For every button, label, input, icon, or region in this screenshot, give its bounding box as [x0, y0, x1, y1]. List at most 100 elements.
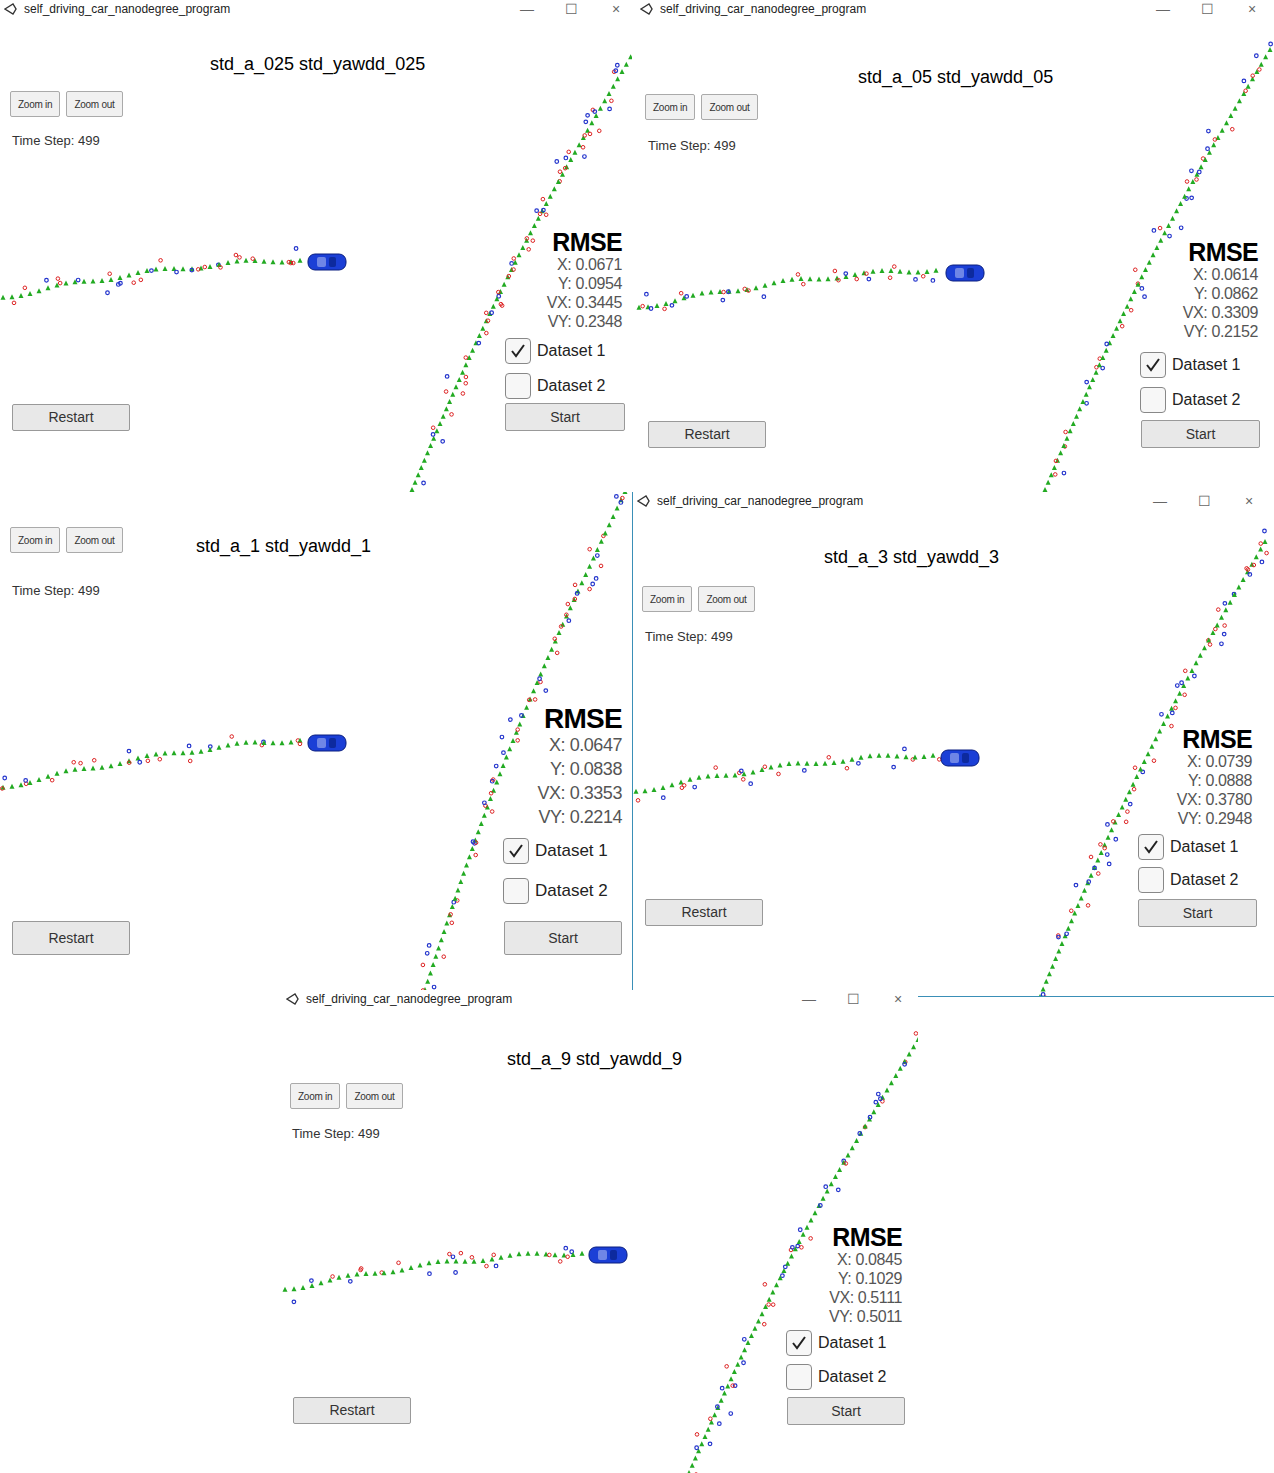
check-icon [790, 1334, 808, 1352]
zoom-out-button[interactable]: Zoom out [346, 1083, 402, 1109]
minimize-button[interactable]: — [1156, 0, 1168, 18]
minimize-button[interactable]: — [802, 990, 814, 1008]
dataset-checkbox[interactable] [1138, 867, 1164, 893]
zoom-controls: Zoom inZoom out [645, 94, 758, 120]
time-step: Time Step: 499 [292, 1127, 380, 1140]
rmse-panel: RMSEX: 0.0739Y: 0.0888VX: 0.3780VY: 0.29… [1177, 727, 1252, 828]
dataset-checkbox[interactable] [1140, 352, 1166, 378]
dataset-label: Dataset 2 [535, 878, 608, 904]
zoom-out-button[interactable]: Zoom out [701, 94, 757, 120]
zoom-in-button[interactable]: Zoom in [290, 1083, 340, 1109]
dataset-option[interactable]: Dataset 2 [505, 373, 605, 399]
rmse-title: RMSE [544, 705, 622, 733]
rmse-value: VY: 0.2214 [538, 805, 622, 829]
dataset-label: Dataset 2 [1172, 388, 1240, 412]
start-button[interactable]: Start [787, 1397, 905, 1425]
rmse-title: RMSE [832, 1225, 902, 1250]
run-label: std_a_025 std_yawdd_025 [210, 55, 425, 73]
dataset-option[interactable]: Dataset 2 [786, 1364, 886, 1390]
dataset-option[interactable]: Dataset 2 [503, 878, 608, 904]
time-step: Time Step: 499 [12, 134, 100, 147]
zoom-out-button[interactable]: Zoom out [66, 527, 122, 553]
dataset-option[interactable]: Dataset 2 [1138, 867, 1238, 893]
dataset-checkbox[interactable] [503, 878, 529, 904]
zoom-out-button[interactable]: Zoom out [66, 91, 122, 117]
dataset-option[interactable]: Dataset 1 [786, 1330, 886, 1356]
maximize-button[interactable]: ☐ [847, 990, 859, 1008]
title-bar: self_driving_car_nanodegree_program [282, 990, 918, 1008]
dataset-option[interactable]: Dataset 2 [1140, 387, 1240, 413]
zoom-out-button[interactable]: Zoom out [698, 586, 754, 612]
rmse-value: X: 0.0845 [837, 1250, 902, 1269]
minimize-button[interactable]: — [520, 0, 532, 18]
time-step: Time Step: 499 [645, 630, 733, 643]
dataset-checkbox[interactable] [505, 338, 531, 364]
dataset-option[interactable]: Dataset 1 [1138, 834, 1238, 860]
rmse-value: Y: 0.0838 [550, 757, 622, 781]
rmse-value: X: 0.0671 [557, 255, 622, 274]
restart-button[interactable]: Restart [293, 1397, 411, 1424]
restart-button[interactable]: Restart [12, 921, 130, 955]
zoom-in-button[interactable]: Zoom in [10, 527, 60, 553]
dataset-checkbox[interactable] [1140, 387, 1166, 413]
rmse-value: VY: 0.2152 [1184, 322, 1258, 341]
dataset-label: Dataset 1 [818, 1331, 886, 1355]
dataset-label: Dataset 1 [535, 838, 608, 864]
restart-button[interactable]: Restart [645, 899, 763, 926]
close-button[interactable]: × [1246, 0, 1258, 18]
rmse-panel: RMSEX: 0.0647Y: 0.0838VX: 0.3353VY: 0.22… [537, 705, 622, 829]
dataset-checkbox[interactable] [1138, 834, 1164, 860]
window-title: self_driving_car_nanodegree_program [24, 3, 230, 15]
run-label: std_a_1 std_yawdd_1 [196, 537, 371, 555]
close-button[interactable]: × [610, 0, 622, 18]
title-bar: self_driving_car_nanodegree_program [636, 0, 1274, 18]
dataset-label: Dataset 1 [1172, 353, 1240, 377]
check-icon [507, 842, 525, 860]
check-icon [1144, 356, 1162, 374]
title-bar: self_driving_car_nanodegree_program [0, 0, 632, 18]
dataset-checkbox[interactable] [503, 838, 529, 864]
zoom-in-button[interactable]: Zoom in [642, 586, 692, 612]
close-button[interactable]: × [892, 990, 904, 1008]
minimize-button[interactable]: — [1153, 492, 1165, 510]
dataset-checkbox[interactable] [786, 1330, 812, 1356]
window-title: self_driving_car_nanodegree_program [657, 495, 863, 507]
rmse-title: RMSE [552, 230, 622, 255]
start-button[interactable]: Start [1141, 420, 1260, 448]
check-icon [1142, 838, 1160, 856]
start-button[interactable]: Start [504, 921, 622, 955]
rmse-value: VY: 0.2948 [1178, 809, 1252, 828]
dataset-list: Dataset 1 Dataset 2 [503, 838, 608, 904]
dataset-option[interactable]: Dataset 1 [505, 338, 605, 364]
dataset-label: Dataset 1 [537, 339, 605, 363]
car-icon [940, 748, 980, 768]
rmse-value: VY: 0.5011 [829, 1307, 902, 1326]
zoom-in-button[interactable]: Zoom in [10, 91, 60, 117]
rmse-title: RMSE [1188, 240, 1258, 265]
dataset-option[interactable]: Dataset 1 [503, 838, 608, 864]
dataset-option[interactable]: Dataset 1 [1140, 352, 1240, 378]
close-button[interactable]: × [1243, 492, 1255, 510]
start-button[interactable]: Start [1138, 899, 1257, 927]
rmse-value: VX: 0.3309 [1183, 303, 1258, 322]
restart-button[interactable]: Restart [648, 421, 766, 448]
start-button[interactable]: Start [505, 403, 625, 431]
dataset-checkbox[interactable] [786, 1364, 812, 1390]
car-icon [588, 1245, 628, 1265]
unity-icon [637, 494, 651, 508]
zoom-controls: Zoom inZoom out [10, 91, 123, 117]
rmse-panel: RMSEX: 0.0671Y: 0.0954VX: 0.3445VY: 0.23… [547, 230, 622, 331]
maximize-button[interactable]: ☐ [1201, 0, 1213, 18]
rmse-value: X: 0.0739 [1187, 752, 1252, 771]
run-label: std_a_05 std_yawdd_05 [858, 68, 1053, 86]
dataset-list: Dataset 1 Dataset 2 [786, 1330, 886, 1390]
restart-button[interactable]: Restart [12, 404, 130, 431]
maximize-button[interactable]: ☐ [565, 0, 577, 18]
maximize-button[interactable]: ☐ [1198, 492, 1210, 510]
zoom-in-button[interactable]: Zoom in [645, 94, 695, 120]
dataset-label: Dataset 1 [1170, 835, 1238, 859]
dataset-checkbox[interactable] [505, 373, 531, 399]
window-title: self_driving_car_nanodegree_program [306, 993, 512, 1005]
rmse-value: X: 0.0614 [1193, 265, 1258, 284]
time-step: Time Step: 499 [648, 139, 736, 152]
